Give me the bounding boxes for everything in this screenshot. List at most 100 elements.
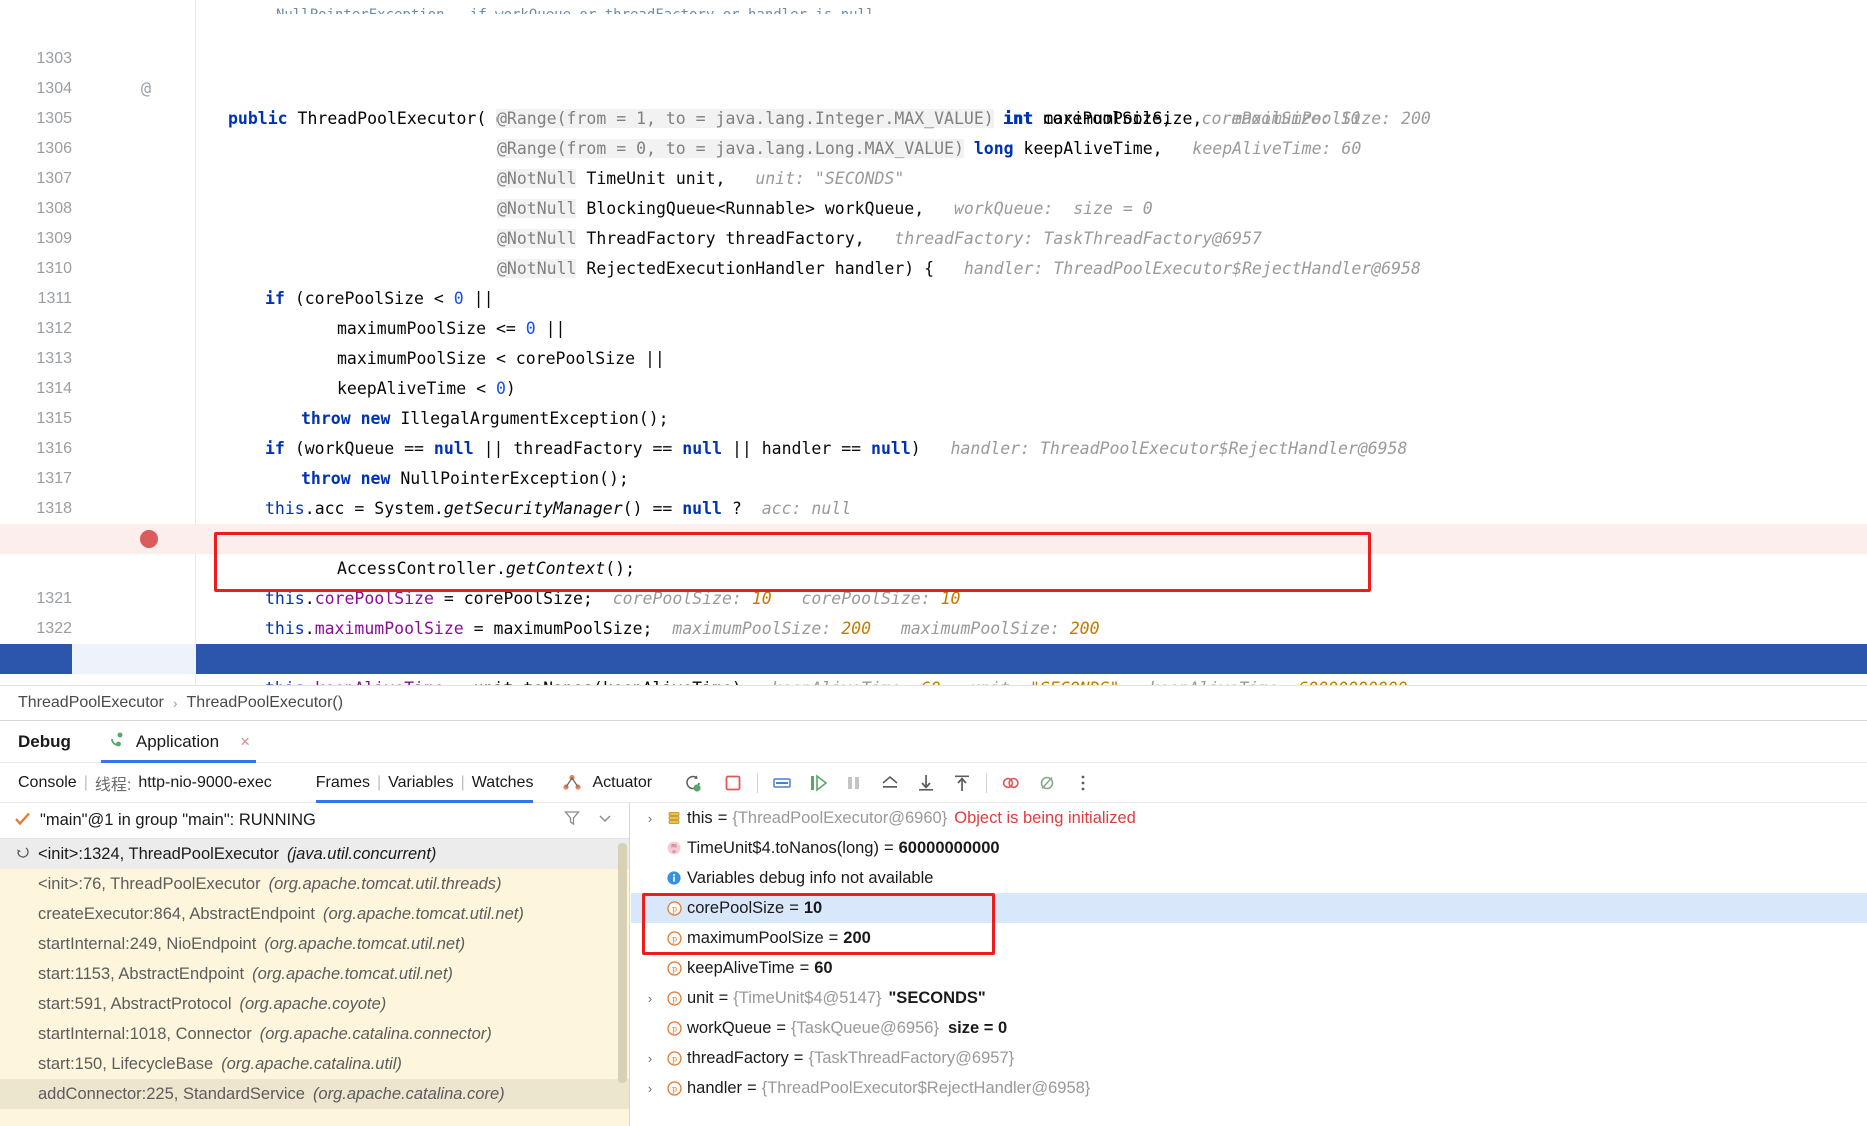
variable-row-tonanos[interactable]: m ∞ TimeUnit$4.toNanos(long) = 600000000…	[631, 833, 1867, 863]
frame-row[interactable]: createExecutor:864, AbstractEndpoint (or…	[0, 899, 629, 929]
force-step-into-icon[interactable]	[947, 768, 977, 798]
toolbar-divider-1: |	[83, 773, 88, 791]
variable-name: handler	[687, 1078, 743, 1097]
code-line-doc: NullPointerException - if workQueue or t…	[0, 0, 1867, 14]
frame-row[interactable]: start:591, AbstractProtocol (org.apache.…	[0, 989, 629, 1019]
frame-row[interactable]: addConnector:225, StandardService (org.a…	[0, 1079, 629, 1109]
code-line-1321[interactable]: 1321 this.maximumPoolSize = maximumPoolS…	[0, 554, 1867, 638]
more-icon[interactable]	[1068, 768, 1098, 798]
variable-ref: {ThreadPoolExecutor$RejectHandler@6958}	[761, 1078, 1091, 1097]
code-line-1312[interactable]: 1312 maximumPoolSize < corePoolSize ||	[0, 284, 1867, 368]
tab-frames[interactable]: Frames	[316, 774, 370, 792]
stop-icon[interactable]	[718, 768, 748, 798]
code-line-1323[interactable]: 1323 this.keepAliveTime = unit.toNanos(k…	[0, 614, 1867, 685]
param-icon: p	[661, 990, 687, 1007]
breadcrumb[interactable]: ThreadPoolExecutor › ThreadPoolExecutor(…	[0, 685, 1867, 720]
code-line-1310[interactable]: 1310 if (corePoolSize < 0 ||	[0, 224, 1867, 308]
code-line-1324[interactable]: 1324 this.threadFactory = threadFactory;…	[0, 644, 1867, 674]
variable-info-text: Variables debug info not available	[687, 868, 934, 887]
code-line-1316[interactable]: 1316 throw new NullPointerException();	[0, 404, 1867, 488]
variable-row-unit[interactable]: › p unit = {TimeUnit$4@5147} "SECONDS"	[631, 983, 1867, 1013]
code-line-1306[interactable]: 1306 @NotNull TimeUnit unit, unit: "SECO…	[0, 104, 1867, 188]
variable-row-workqueue[interactable]: p workQueue = {TaskQueue@6956} size = 0	[631, 1013, 1867, 1043]
code-line-1307[interactable]: 1307 @NotNull BlockingQueue<Runnable> wo…	[0, 134, 1867, 218]
code-line-1304[interactable]: 1304 @Range(from = 1, to = java.lang.Int…	[0, 44, 1867, 128]
code-line-1314[interactable]: 1314 throw new IllegalArgumentException(…	[0, 344, 1867, 428]
chevron-right-icon[interactable]: ›	[639, 1051, 661, 1066]
thread-selector[interactable]: "main"@1 in group "main": RUNNING	[0, 803, 629, 839]
thread-name[interactable]: http-nio-9000-exec	[138, 774, 271, 792]
tab-console[interactable]: Console	[18, 774, 77, 792]
param-icon: p	[661, 1050, 687, 1067]
view-breakpoints-icon[interactable]	[996, 768, 1026, 798]
tab-application[interactable]: Application ×	[100, 721, 256, 763]
code-line-1322[interactable]: 1322 this.workQueue = workQueue; workQue…	[0, 584, 1867, 668]
variable-row-keepalivetime[interactable]: p keepAliveTime = 60	[631, 953, 1867, 983]
code-line-1315[interactable]: 1315 if (workQueue == null || threadFact…	[0, 374, 1867, 458]
breadcrumb-class[interactable]: ThreadPoolExecutor	[18, 694, 164, 712]
chevron-right-icon[interactable]: ›	[639, 811, 661, 826]
variable-row-threadfactory[interactable]: › p threadFactory = {TaskThreadFactory@6…	[631, 1043, 1867, 1073]
breadcrumb-method[interactable]: ThreadPoolExecutor()	[187, 694, 344, 712]
debug-toolbar[interactable]: Console | 线程: http-nio-9000-exec Frames …	[0, 763, 1867, 803]
step-out-icon[interactable]	[875, 768, 905, 798]
code-line-1320[interactable]: this.corePoolSize = corePoolSize; corePo…	[0, 524, 1867, 608]
equals-sign: =	[776, 1018, 787, 1037]
debug-tool-window[interactable]: Debug Application × Console | 线程: http-n…	[0, 720, 1867, 1126]
equals-sign: =	[718, 988, 729, 1007]
svg-text:p: p	[671, 964, 676, 973]
code-line-1303[interactable]: 1303 @ public ThreadPoolExecutor( @Range…	[0, 14, 1867, 128]
param-icon: p	[661, 960, 687, 977]
variable-name: unit	[687, 988, 714, 1007]
frame-row[interactable]: startInternal:249, NioEndpoint (org.apac…	[0, 929, 629, 959]
variable-row-maximumpoolsize[interactable]: p maximumPoolSize = 200	[631, 923, 1867, 953]
frame-row[interactable]: <init>:76, ThreadPoolExecutor (org.apach…	[0, 869, 629, 899]
variable-row-corepoolsize[interactable]: p corePoolSize = 10	[631, 893, 1867, 923]
svg-text:p: p	[671, 1084, 676, 1093]
code-line-1308[interactable]: 1308 @NotNull ThreadFactory threadFactor…	[0, 164, 1867, 248]
execution-line-highlight	[0, 644, 1867, 674]
actuator-label[interactable]: Actuator	[592, 774, 652, 792]
frame-row[interactable]: start:1153, AbstractEndpoint (org.apache…	[0, 959, 629, 989]
equals-sign: =	[793, 1048, 804, 1067]
chevron-right-icon[interactable]: ›	[639, 1081, 661, 1096]
breakpoint-gutter[interactable]	[132, 524, 160, 554]
tab-watches[interactable]: Watches	[472, 774, 534, 792]
code-line-1311[interactable]: 1311 maximumPoolSize <= 0 ||	[0, 254, 1867, 338]
code-line-1313[interactable]: 1313 keepAliveTime < 0)	[0, 314, 1867, 398]
step-over-icon[interactable]	[803, 768, 833, 798]
tab-frames-variables-watches[interactable]: Frames | Variables | Watches	[315, 763, 534, 803]
code-editor[interactable]: NullPointerException - if workQueue or t…	[0, 0, 1867, 685]
show-execution-point-icon[interactable]	[767, 768, 797, 798]
rerun-icon[interactable]	[678, 768, 708, 798]
code-line-1318[interactable]: 1318 null :	[0, 464, 1867, 548]
frame-row[interactable]: <init>:1324, ThreadPoolExecutor (java.ut…	[0, 839, 629, 869]
mute-breakpoints-icon[interactable]	[1032, 768, 1062, 798]
thread-status-label: "main"@1 in group "main": RUNNING	[40, 811, 316, 829]
variables-panel[interactable]: › this = {ThreadPoolExecutor@6960} Objec…	[631, 803, 1867, 1126]
code-line-1309[interactable]: 1309 @NotNull RejectedExecutionHandler h…	[0, 194, 1867, 278]
tab-application-label: Application	[135, 731, 220, 751]
frames-scrollbar[interactable]	[618, 843, 627, 1083]
step-into-icon[interactable]	[911, 768, 941, 798]
frames-panel[interactable]: "main"@1 in group "main": RUNNING <init>…	[0, 803, 630, 1126]
frame-row[interactable]: startInternal:1018, Connector (org.apach…	[0, 1019, 629, 1049]
tab-variables[interactable]: Variables	[388, 774, 454, 792]
variable-value: "SECONDS"	[888, 988, 986, 1007]
toolbar-divider-2: |	[376, 773, 382, 791]
variable-size: size = 0	[947, 1018, 1008, 1037]
variable-row-this[interactable]: › this = {ThreadPoolExecutor@6960} Objec…	[631, 803, 1867, 833]
chevron-right-icon[interactable]: ›	[639, 991, 661, 1006]
code-line-1305[interactable]: 1305 @Range(from = 0, to = java.lang.Lon…	[0, 74, 1867, 158]
filter-icon[interactable]	[563, 809, 581, 832]
close-icon[interactable]: ×	[240, 732, 250, 752]
code-line-1317[interactable]: 1317 this.acc = System.getSecurityManage…	[0, 434, 1867, 518]
chevron-down-icon[interactable]	[597, 810, 613, 831]
actuator-icon[interactable]	[557, 768, 587, 798]
frame-row[interactable]: start:150, LifecycleBase (org.apache.cat…	[0, 1049, 629, 1079]
breakpoint-icon[interactable]	[140, 530, 158, 548]
pause-icon[interactable]	[839, 768, 869, 798]
code-line-1319[interactable]: 1319 AccessController.getContext();	[0, 494, 1867, 578]
variable-name: corePoolSize	[687, 898, 785, 917]
variable-row-handler[interactable]: › p handler = {ThreadPoolExecutor$Reject…	[631, 1073, 1867, 1103]
